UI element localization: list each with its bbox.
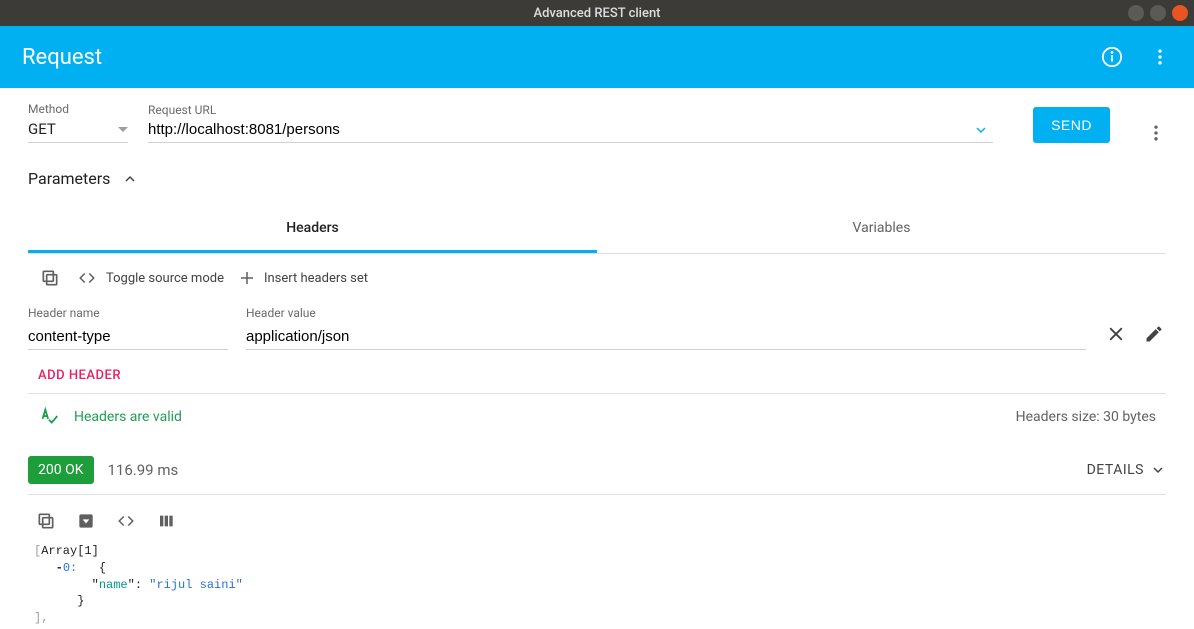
validation-message: Headers are valid	[74, 409, 182, 425]
send-button[interactable]: SEND	[1033, 107, 1110, 143]
json-array-label: Array[1]	[41, 544, 99, 558]
details-label: DETAILS	[1087, 462, 1144, 478]
tab-variables[interactable]: Variables	[597, 206, 1166, 253]
tab-headers[interactable]: Headers	[28, 206, 597, 253]
window-minimize-button[interactable]	[1128, 5, 1144, 21]
header-value-input[interactable]	[246, 324, 1086, 350]
chevron-down-icon	[1150, 462, 1166, 478]
url-dropdown-icon[interactable]	[969, 122, 993, 138]
remove-header-icon[interactable]	[1104, 322, 1128, 346]
window-titlebar: Advanced REST client	[0, 0, 1194, 26]
header-row-actions	[1104, 322, 1166, 350]
response-columns-icon[interactable]	[154, 509, 178, 533]
response-toolbar	[28, 495, 1166, 541]
header-row: Header name Header value	[28, 302, 1166, 350]
json-index: 0	[63, 561, 70, 575]
response-time: 116.99 ms	[108, 461, 179, 479]
response-status-row: 200 OK 116.99 ms DETAILS	[28, 446, 1166, 495]
json-value: rijul saini	[156, 578, 235, 592]
url-label: Request URL	[148, 103, 993, 117]
app-header: Request	[0, 26, 1194, 88]
insert-headers-label: Insert headers set	[264, 271, 368, 286]
response-body: [Array[1] -0: { "name": "rijul saini" } …	[28, 541, 1166, 629]
status-badge: 200 OK	[28, 456, 94, 484]
url-field	[148, 121, 993, 143]
response-raw-icon[interactable]	[114, 509, 138, 533]
url-input[interactable]	[148, 121, 969, 138]
method-label: Method	[28, 102, 128, 116]
info-icon[interactable]	[1100, 45, 1124, 69]
page-title: Request	[22, 45, 102, 70]
code-icon	[76, 269, 98, 287]
response-download-icon[interactable]	[74, 509, 98, 533]
window-close-button[interactable]	[1172, 5, 1188, 21]
json-key: name	[99, 578, 128, 592]
parameters-toggle[interactable]: Parameters	[28, 169, 1166, 188]
header-name-input[interactable]	[28, 324, 228, 350]
spellcheck-icon	[38, 406, 60, 428]
window-maximize-button[interactable]	[1150, 5, 1166, 21]
chevron-up-icon	[122, 171, 138, 187]
method-value: GET	[28, 120, 56, 138]
toggle-source-button[interactable]: Toggle source mode	[76, 269, 224, 287]
edit-header-icon[interactable]	[1142, 322, 1166, 346]
more-icon[interactable]	[1148, 45, 1172, 69]
window-controls	[1128, 5, 1188, 21]
dropdown-arrow-icon	[118, 127, 128, 132]
add-header-button[interactable]: ADD HEADER	[38, 368, 121, 383]
window-title: Advanced REST client	[0, 6, 1194, 21]
method-select[interactable]: GET	[28, 120, 128, 143]
copy-icon[interactable]	[38, 266, 62, 290]
method-field-wrap: Method GET	[28, 102, 128, 143]
header-value-wrap: Header value	[246, 306, 1086, 350]
headers-size: Headers size: 30 bytes	[1016, 409, 1156, 425]
headers-toolbar: Toggle source mode Insert headers set	[28, 254, 1166, 302]
details-button[interactable]: DETAILS	[1087, 462, 1166, 478]
toggle-source-label: Toggle source mode	[106, 271, 224, 286]
header-value-label: Header value	[246, 306, 1086, 320]
request-row: Method GET Request URL SEND	[28, 102, 1166, 143]
validation-row: Headers are valid Headers size: 30 bytes	[28, 393, 1166, 440]
tabs-bar: Headers Variables	[28, 206, 1166, 254]
url-field-wrap: Request URL	[148, 103, 993, 143]
parameters-label: Parameters	[28, 169, 110, 188]
header-name-wrap: Header name	[28, 306, 228, 350]
request-more-icon[interactable]	[1146, 123, 1166, 143]
response-copy-icon[interactable]	[34, 509, 58, 533]
insert-headers-button[interactable]: Insert headers set	[238, 269, 368, 287]
plus-icon	[238, 269, 256, 287]
header-name-label: Header name	[28, 306, 228, 320]
